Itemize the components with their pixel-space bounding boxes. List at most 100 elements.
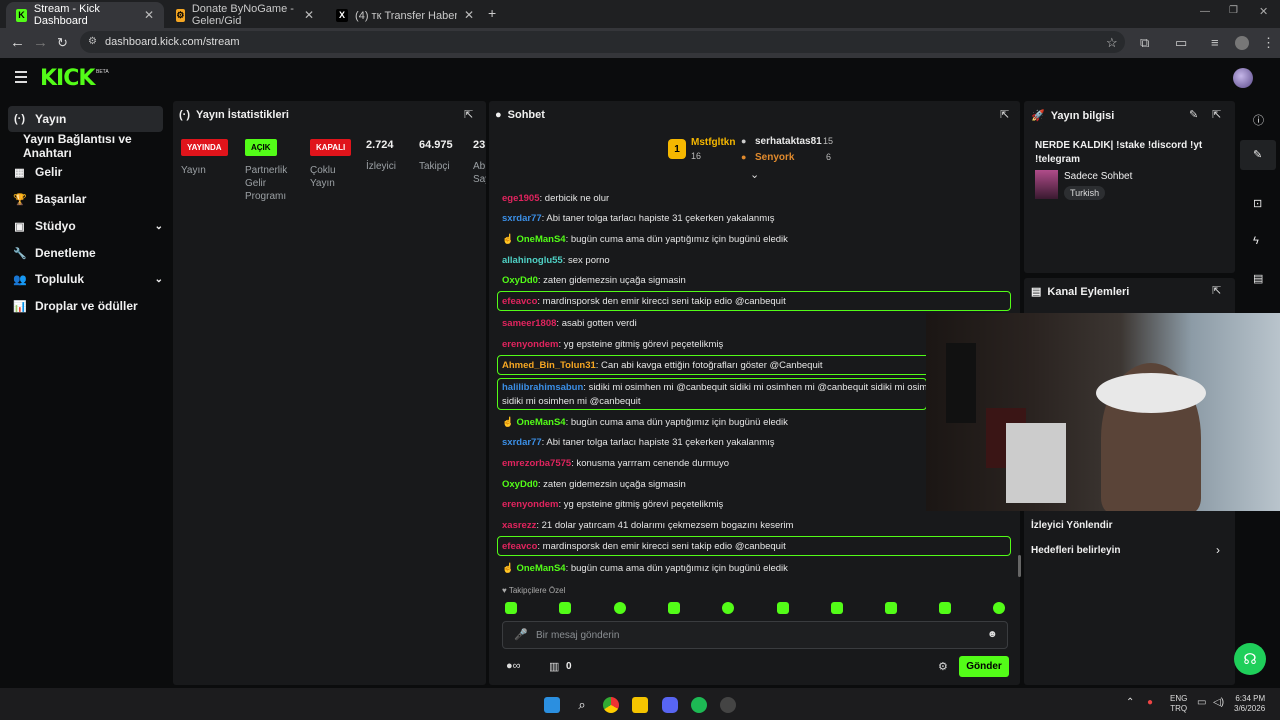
emote-icon[interactable] [559, 602, 571, 614]
chat-username[interactable]: allahinoglu55 [502, 255, 563, 266]
capture-icon[interactable]: ⊡ [1253, 197, 1262, 210]
emoji-icon[interactable]: ☻ [987, 629, 998, 640]
discord-icon[interactable] [662, 697, 678, 713]
sidebar-item-studyo[interactable]: ▣ Stüdyo ⌄ [8, 213, 163, 239]
spotify-icon[interactable] [691, 697, 707, 713]
send-button[interactable]: Gönder [959, 656, 1009, 677]
profile-icon[interactable] [1235, 36, 1249, 50]
close-tab-icon[interactable]: ✕ [144, 8, 154, 22]
search-icon[interactable]: ⌕ [574, 697, 590, 713]
chat-settings-icon[interactable]: ⚙ [938, 660, 948, 673]
pencil-icon[interactable]: ✎ [1253, 148, 1262, 161]
leader-name[interactable]: serhataktas81 [755, 136, 822, 147]
leader-name[interactable]: Mstfgltkn [691, 137, 735, 148]
info-icon[interactable]: ⓘ [1253, 112, 1264, 128]
points-icon[interactable]: ●∞ [506, 660, 521, 672]
close-tab-icon[interactable]: ✕ [304, 8, 314, 22]
sidebar-item-stream-key[interactable]: Yayın Bağlantısı ve Anahtarı [18, 132, 178, 160]
extensions-icon[interactable]: ⧉ [1140, 35, 1149, 51]
chat-username[interactable]: OneManS4 [516, 417, 565, 428]
leader-name[interactable]: Senyork [755, 152, 794, 163]
chat-username[interactable]: erenyondem [502, 339, 559, 350]
goals-label[interactable]: Hedefleri belirleyin [1031, 545, 1120, 556]
chat-username[interactable]: emrezorba7575 [502, 458, 571, 469]
volume-icon[interactable]: ◁) [1213, 697, 1224, 708]
new-tab-icon[interactable]: + [488, 5, 496, 21]
edit-pencil-icon[interactable]: ✎ [1189, 108, 1198, 121]
tab-x-transfer[interactable]: X (4) тк Transfer Haberleri 🚌 on ✕ [326, 2, 484, 28]
popout-icon[interactable]: ⇱ [464, 108, 473, 121]
chat-username[interactable]: halilibrahimsabun [502, 382, 583, 393]
tab-kick-dashboard[interactable]: K Stream - Kick Dashboard ✕ [6, 2, 164, 28]
chat-username[interactable]: sxrdar77 [502, 213, 542, 224]
chat-username[interactable]: efeavco [502, 541, 537, 552]
back-icon[interactable]: ← [10, 35, 25, 50]
emote-icon[interactable] [993, 602, 1005, 614]
chat-username[interactable]: xasrezz [502, 520, 536, 531]
mic-icon[interactable]: 🎤 [514, 628, 528, 641]
bookmark-star-icon[interactable]: ☆ [1106, 35, 1118, 51]
chat-username[interactable]: OxyDd0 [502, 479, 538, 490]
chat-username[interactable]: sxrdar77 [502, 437, 542, 448]
chat-username[interactable]: OneManS4 [516, 563, 565, 574]
emote-icon[interactable] [939, 602, 951, 614]
menu-dots-icon[interactable]: ⋮ [1262, 35, 1275, 51]
lightning-icon[interactable]: ϟ [1253, 235, 1259, 247]
chat-username[interactable]: Ahmed_Bin_Tolun31 [502, 360, 596, 371]
user-avatar[interactable] [1233, 68, 1253, 88]
popout-icon[interactable]: ⇱ [1000, 108, 1009, 121]
network-icon[interactable]: ▭ [1197, 697, 1206, 708]
expand-leaderboard-icon[interactable]: ⌄ [750, 168, 759, 181]
forward-icon[interactable]: → [33, 35, 48, 50]
chat-scrollbar[interactable] [1018, 555, 1021, 577]
chat-username[interactable]: OxyDd0 [502, 275, 538, 286]
close-window-icon[interactable]: ✕ [1259, 5, 1268, 18]
viewer-redirect-label[interactable]: İzleyici Yönlendir [1031, 520, 1113, 531]
cast-icon[interactable]: ▭ [1175, 35, 1187, 51]
language-indicator[interactable]: ENG TRQ [1170, 694, 1187, 714]
chrome-icon[interactable] [603, 697, 619, 713]
site-info-icon[interactable]: ⚙ [88, 36, 97, 47]
tray-chevron-icon[interactable]: ⌃ [1126, 697, 1134, 708]
mic-tray-icon[interactable]: ● [1147, 697, 1153, 708]
sidebar-item-droplar[interactable]: 📊 Droplar ve ödüller [8, 293, 163, 319]
sidebar-item-yayin[interactable]: (·) Yayın [8, 106, 163, 132]
category-name[interactable]: Sadece Sohbet [1064, 171, 1132, 182]
close-tab-icon[interactable]: ✕ [464, 8, 474, 22]
popout-icon[interactable]: ⇱ [1212, 108, 1221, 121]
emote-icon[interactable] [614, 602, 626, 614]
chat-username[interactable]: efeavco [502, 296, 537, 307]
emote-icon[interactable] [831, 602, 843, 614]
tab-donate[interactable]: ⚙ Donate ByNoGame - Gelen/Gid ✕ [166, 2, 324, 28]
chat-username[interactable]: sameer1808 [502, 318, 556, 329]
support-headset-icon[interactable]: ☊ [1234, 643, 1266, 675]
popout-icon[interactable]: ⇱ [1212, 284, 1221, 297]
clock[interactable]: 6:34 PM 3/6/2026 [1234, 694, 1265, 714]
file-explorer-icon[interactable] [632, 697, 648, 713]
sidebar-item-gelir[interactable]: ▦ Gelir [8, 159, 163, 185]
category-thumbnail[interactable] [1035, 170, 1058, 199]
obs-icon[interactable] [720, 697, 736, 713]
chevron-down-icon[interactable]: ⌄ [155, 274, 163, 285]
windows-start-icon[interactable] [544, 697, 560, 713]
reading-list-icon[interactable]: ≡ [1211, 35, 1219, 50]
chevron-right-icon[interactable]: › [1216, 543, 1220, 557]
emote-icon[interactable] [722, 602, 734, 614]
minimize-icon[interactable]: — [1200, 6, 1210, 17]
hamburger-menu-icon[interactable] [15, 71, 27, 86]
emote-icon[interactable] [777, 602, 789, 614]
language-tag[interactable]: Turkish [1064, 186, 1106, 200]
chat-username[interactable]: ege1905 [502, 193, 540, 204]
reload-icon[interactable]: ↻ [57, 35, 68, 50]
emote-icon[interactable] [885, 602, 897, 614]
emote-icon[interactable] [505, 602, 517, 614]
chevron-down-icon[interactable]: ⌄ [155, 221, 163, 232]
list-icon[interactable]: ▤ [1253, 272, 1263, 285]
chat-username[interactable]: erenyondem [502, 499, 559, 510]
kick-logo[interactable]: KICK [40, 66, 95, 91]
chat-username[interactable]: OneManS4 [516, 234, 565, 245]
store-icon[interactable]: ▥ [549, 660, 559, 673]
maximize-icon[interactable]: ❐ [1229, 5, 1238, 16]
emote-icon[interactable] [668, 602, 680, 614]
sidebar-item-topluluk[interactable]: 👥 Topluluk ⌄ [8, 266, 163, 292]
